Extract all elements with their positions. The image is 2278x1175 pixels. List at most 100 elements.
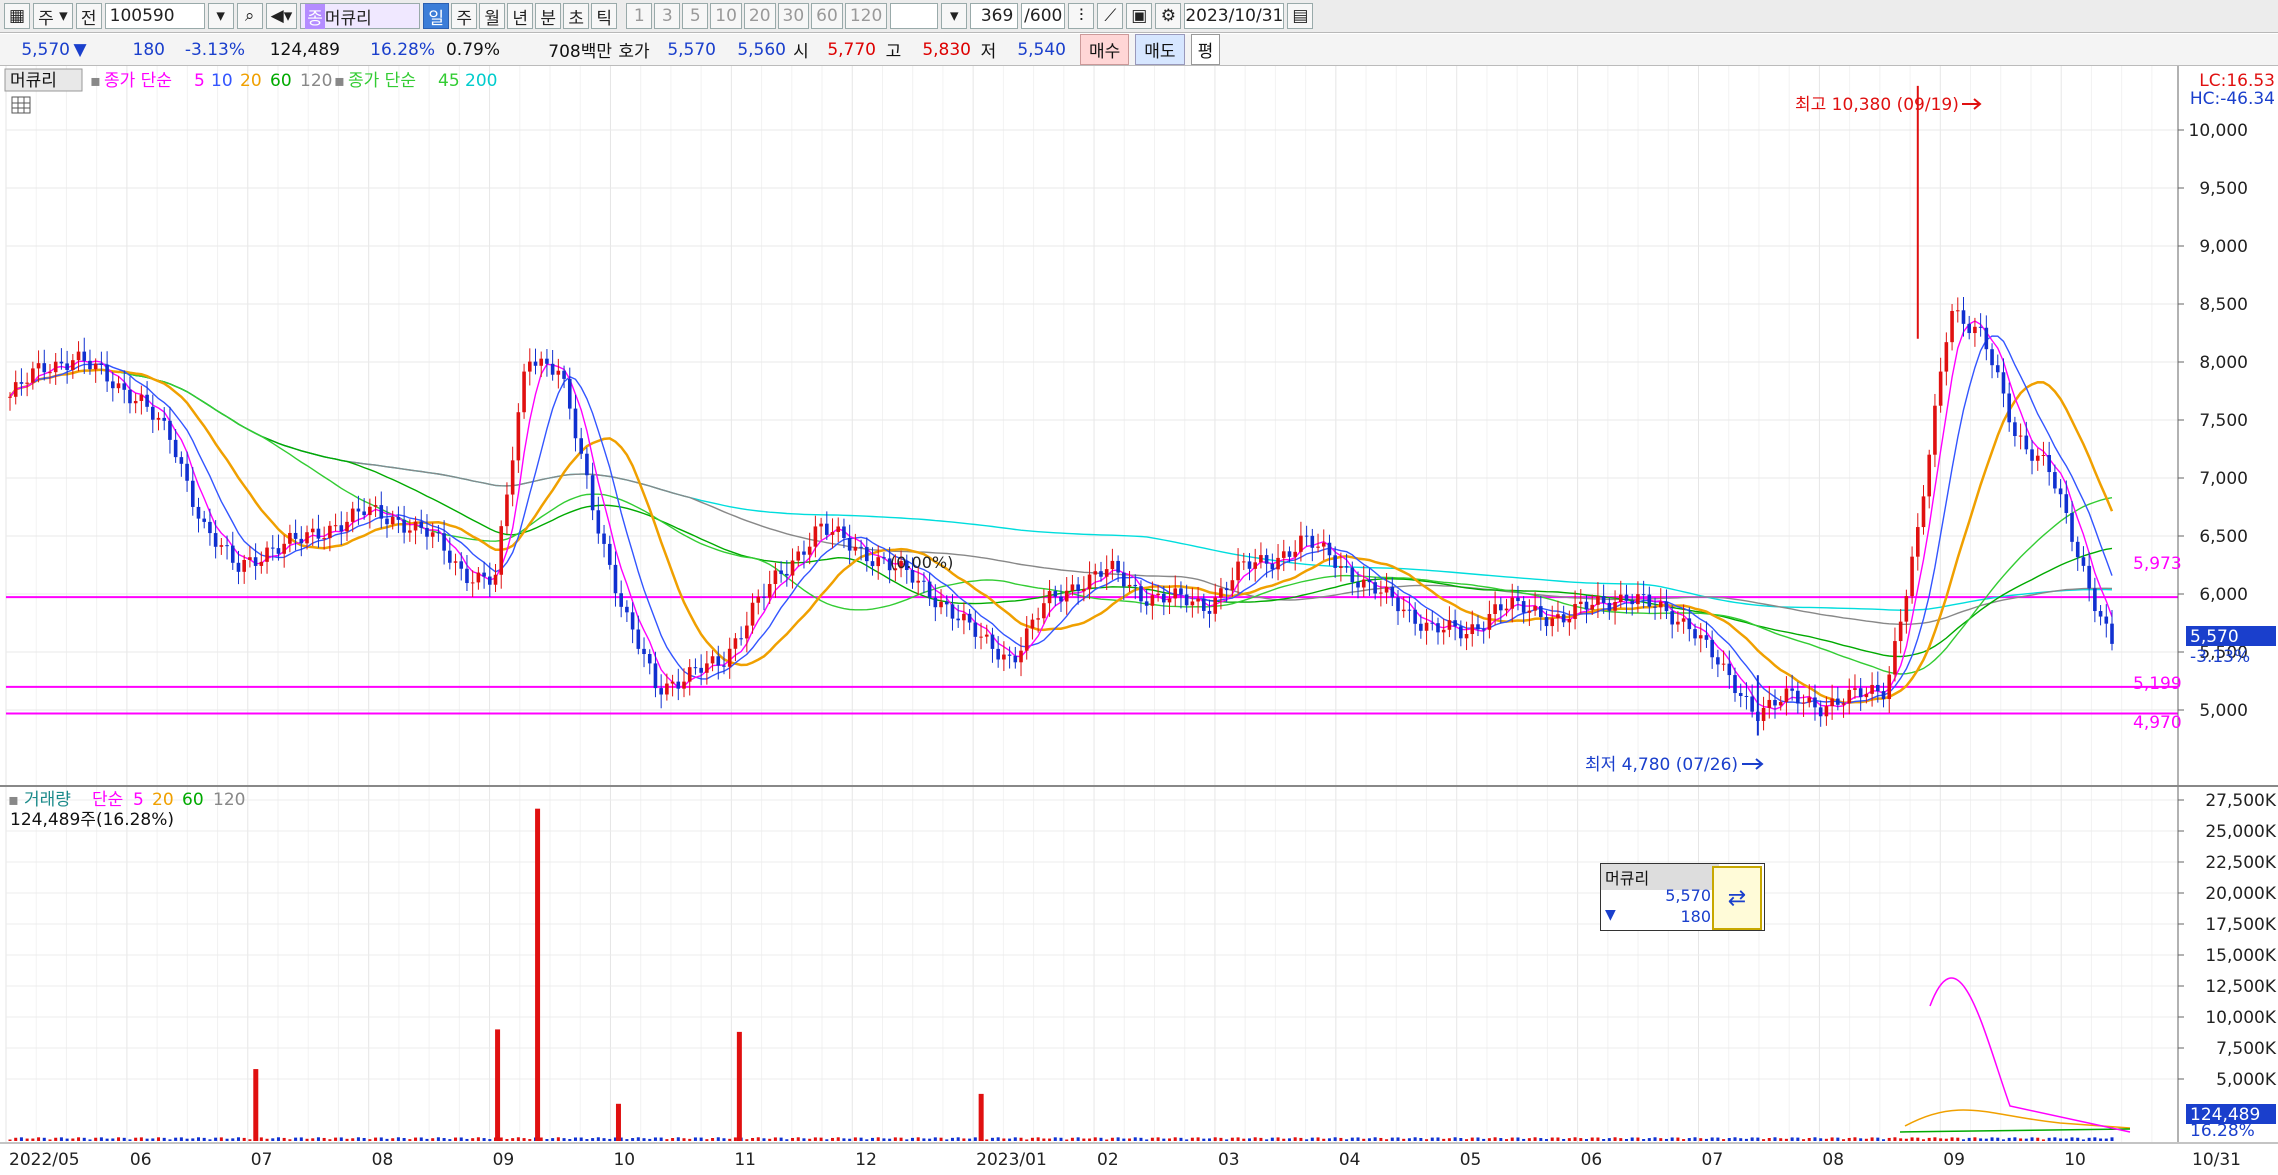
period-tab-6[interactable]: 틱 (591, 3, 618, 29)
volume-bar (1265, 1139, 1269, 1141)
code-dropdown-icon[interactable]: ▾ (207, 3, 234, 29)
volume-spike-bar (615, 1103, 621, 1141)
mini-quote-window[interactable]: 머큐리 5,570 ▼ 180 ⇄ (1600, 863, 1765, 931)
candle-body (1230, 580, 1235, 591)
layout-icon[interactable]: ▦ (4, 3, 31, 29)
candle-type-icon[interactable]: ⫶ (1068, 3, 1095, 29)
volume-bar (1036, 1137, 1040, 1141)
volume-bar (716, 1137, 720, 1141)
calendar-icon[interactable]: ▤ (1287, 3, 1314, 29)
equal-arrow-icon[interactable]: ⇄ (1712, 866, 1762, 930)
period-tab-0[interactable]: 일 (423, 3, 450, 29)
candle-body (1453, 620, 1457, 627)
period-tab-3[interactable]: 년 (507, 3, 534, 29)
candle-body (1578, 601, 1583, 605)
volume-bar (1545, 1139, 1549, 1141)
save-icon[interactable]: ▣ (1126, 3, 1153, 29)
candle-body (813, 526, 818, 547)
volume-bar (568, 1138, 572, 1141)
volume-spike-bar (736, 1031, 742, 1141)
minute-option-60[interactable]: 60 (811, 3, 843, 29)
gear-icon[interactable]: ⚙ (1155, 3, 1182, 29)
candle-body (962, 613, 966, 621)
minute-option-5[interactable]: 5 (682, 3, 709, 29)
minute-option-120[interactable]: 120 (844, 3, 888, 29)
volume-bar (1088, 1138, 1092, 1141)
candle-body (111, 381, 115, 389)
stock-name-field[interactable]: 종 머큐리 (300, 3, 421, 29)
candle-body (1059, 596, 1063, 602)
date-input[interactable]: 2023/10/31 (1184, 3, 1285, 29)
candle-body (1190, 601, 1195, 606)
volume-bar (1350, 1137, 1354, 1141)
candle-body (373, 505, 378, 507)
sell-button[interactable]: 매도 (1135, 34, 1185, 65)
buy-button[interactable]: 매수 (1080, 34, 1130, 65)
volume-bar (14, 1137, 18, 1141)
volume-bar (145, 1138, 149, 1141)
volume-bar (1990, 1137, 1994, 1141)
volume-bar (1390, 1137, 1394, 1141)
avg-button[interactable]: 평 (1190, 34, 1221, 65)
candle-body (379, 505, 384, 519)
candle-body (1573, 604, 1577, 619)
candle-body (1607, 602, 1612, 611)
candle-body (59, 361, 64, 364)
volume-bar (1527, 1138, 1531, 1141)
minute-option-10[interactable]: 10 (710, 3, 742, 29)
candle-body (1270, 563, 1275, 570)
count-input[interactable]: 369 (970, 3, 1019, 29)
period-tab-5[interactable]: 초 (563, 3, 590, 29)
volume-bar (728, 1138, 732, 1141)
line-type-icon[interactable]: ⟋ (1097, 3, 1124, 29)
table-toggle-icon[interactable] (11, 96, 31, 114)
volume-bar (1025, 1139, 1029, 1141)
volume-bar (819, 1137, 823, 1141)
minute-option-20[interactable]: 20 (743, 3, 776, 29)
price-tick-label: 8,500 (2199, 295, 2248, 315)
speaker-icon[interactable]: ◀▾ (265, 3, 298, 29)
minute-option-30[interactable]: 30 (777, 3, 810, 29)
candle-body (1184, 594, 1189, 606)
candle-body (442, 533, 446, 551)
volume-bar (1790, 1137, 1794, 1141)
candle-body (1350, 567, 1355, 583)
candle-body (328, 525, 332, 539)
search-icon[interactable]: ⌕ (236, 3, 263, 29)
candle-body (1207, 610, 1212, 614)
volume-bar (236, 1137, 240, 1141)
price-chart[interactable]: 10,000 9,500 9,000 8,500 8,000 7,500 7,000 6,50… (0, 66, 2278, 1175)
volume-bar (431, 1138, 435, 1141)
volume-bar (259, 1137, 263, 1141)
candle-body (2110, 623, 2114, 644)
volume-bar (1659, 1138, 1663, 1141)
candle-body (1499, 604, 1503, 611)
custom-period-input[interactable] (890, 3, 939, 29)
volume-bar (1870, 1137, 1874, 1141)
candle-body (385, 518, 389, 525)
period-tab-2[interactable]: 월 (479, 3, 506, 29)
period-tab-1[interactable]: 주 (451, 3, 478, 29)
vol-ma-20: 20 (152, 790, 174, 810)
minute-option-1[interactable]: 1 (626, 3, 653, 29)
volume-bar (1133, 1137, 1137, 1141)
quote-label: 호가 (618, 42, 650, 62)
volume-bar (1550, 1137, 1554, 1141)
volume-bar (225, 1138, 229, 1141)
volume-bar (1493, 1137, 1497, 1141)
volume-bar (362, 1137, 366, 1141)
volume-bar (848, 1138, 852, 1141)
period-tab-4[interactable]: 분 (535, 3, 562, 29)
volume-bar (1910, 1137, 1914, 1141)
custom-period-dropdown-icon[interactable]: ▾ (941, 3, 968, 29)
candle-body (1676, 621, 1680, 625)
candle-body (1339, 566, 1343, 568)
stock-code-input[interactable]: 100590 (104, 3, 205, 29)
prev-button[interactable]: 전 (75, 3, 102, 29)
candle-body (785, 573, 789, 576)
candle-body (2013, 422, 2017, 437)
market-select[interactable]: 주 ▾ (33, 3, 73, 29)
volume-bar (2013, 1137, 2017, 1141)
minute-option-3[interactable]: 3 (654, 3, 681, 29)
volume-bar (408, 1139, 412, 1141)
